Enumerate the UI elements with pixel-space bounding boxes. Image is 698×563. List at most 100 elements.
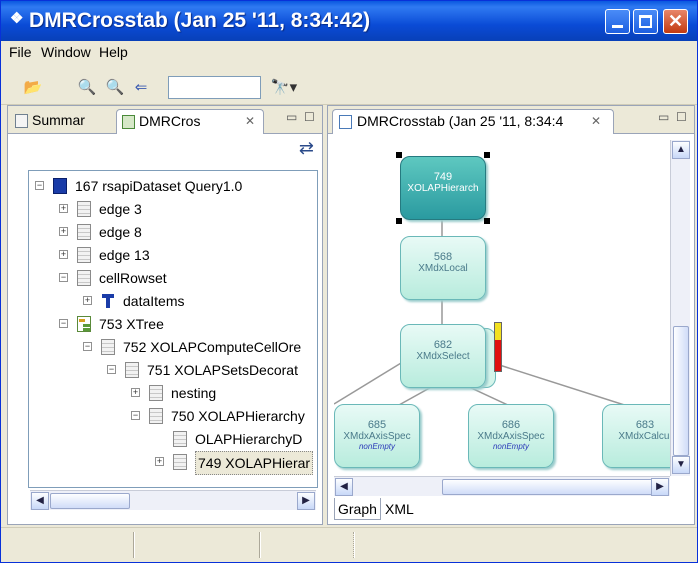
summary-icon [15,114,28,128]
tree-view[interactable]: − 167 rsapiDataset Query1.0 + edge 3 + edge 8… [28,170,318,488]
zoom-in-icon[interactable]: 🔍 [77,79,97,97]
status-divider [259,532,261,558]
find-icon[interactable]: 🔭▾ [269,79,299,97]
tree-node-label: 753 XTree [99,316,164,332]
selection-handle[interactable] [484,218,490,224]
scroll-up-icon[interactable]: ▲ [672,141,690,159]
tab-summary[interactable]: Summar [10,109,114,134]
tree-node-label: 167 rsapiDataset Query1.0 [75,178,243,194]
graph-node-568[interactable]: 568 XMdxLocal [400,236,486,300]
collapse-icon[interactable]: − [83,342,92,351]
minimize-button[interactable] [605,9,630,34]
tab-dmrcrosstab-graph[interactable]: DMRCrosstab (Jan 25 '11, 8:34:4 ✕ [332,109,614,134]
status-bar [1,527,697,562]
title-bar[interactable]: ❖ DMRCrosstab (Jan 25 '11, 8:34:42) ✕ [1,1,697,41]
close-button[interactable]: ✕ [663,9,688,34]
document-icon [149,408,163,424]
document-icon [173,431,187,447]
collapse-icon[interactable]: − [35,181,44,190]
editor-bottom-tabs: Graph XML [334,498,690,522]
scroll-left-icon[interactable]: ◀ [335,478,353,496]
selection-handle[interactable] [396,152,402,158]
vertical-scrollbar[interactable]: ▲ ▼ [670,140,690,476]
right-view-tabs: DMRCrosstab (Jan 25 '11, 8:34:4 ✕ ▭ ☐ [328,106,694,134]
tab-graph[interactable]: Graph [334,498,381,520]
tree-node-label: 749 XOLAPHierar [195,451,314,475]
maximize-view-icon[interactable]: ☐ [676,110,687,124]
tab-summary-label: Summar [32,112,85,128]
status-divider [353,532,355,558]
minimize-view-icon[interactable]: ▭ [286,110,297,124]
maximize-view-icon[interactable]: ☐ [304,110,315,124]
search-input[interactable] [168,76,261,99]
expand-icon[interactable]: + [83,296,92,305]
expand-icon[interactable]: + [131,388,140,397]
document-icon [101,339,115,355]
graph-node-682[interactable]: 682 XMdxSelect [400,324,486,388]
scroll-thumb[interactable] [442,479,660,495]
tree-icon [122,115,135,129]
tree-node-label: edge 3 [99,201,142,217]
tree-node-label: 750 XOLAPHierarchy [171,408,305,424]
tab-xml[interactable]: XML [382,498,417,520]
horizontal-scrollbar[interactable]: ◀ ▶ [334,476,670,496]
zoom-out-icon[interactable]: 🔍 [105,79,125,97]
tree-node-label: 752 XOLAPComputeCellOre [123,339,302,355]
document-icon [77,201,91,217]
menu-help[interactable]: Help [99,44,128,60]
xtree-icon [77,316,91,332]
toolbar: 📂 🔍 🔍 ⇐ 🔭▾ [1,63,697,105]
collapse-icon[interactable]: − [59,319,68,328]
expand-icon[interactable]: + [59,227,68,236]
graph-canvas[interactable]: 749 XOLAPHierarch 568 XMdxLocal 682 XMdx… [334,140,670,476]
minimize-view-icon[interactable]: ▭ [658,110,669,124]
close-icon: ✕ [667,11,684,31]
graph-node-683[interactable]: 683 XMdxCalcul [602,404,670,468]
horizontal-scrollbar[interactable]: ◀ ▶ [30,490,316,510]
collapse-icon[interactable]: − [107,365,116,374]
collapse-icon[interactable]: − [59,273,68,282]
graph-node-686[interactable]: 686 XMdxAxisSpec nonEmpty + [468,404,554,468]
graph-icon [339,115,352,129]
tab-dmrcrosstab-tree[interactable]: DMRCros ✕ [116,109,264,134]
status-divider [133,532,135,558]
scroll-right-icon[interactable]: ▶ [297,492,315,510]
graph-node-749[interactable]: 749 XOLAPHierarch [400,156,486,220]
scroll-down-icon[interactable]: ▼ [672,456,690,474]
menu-file[interactable]: File [9,44,32,60]
expand-icon[interactable]: + [155,457,164,466]
back-icon[interactable]: ⇐ [131,79,151,97]
right-view: DMRCrosstab (Jan 25 '11, 8:34:4 ✕ ▭ ☐ 74… [327,105,695,525]
scroll-thumb[interactable] [673,326,689,456]
document-icon [77,270,91,286]
left-view-tabs: Summar DMRCros ✕ ▭ ☐ [8,106,322,134]
scroll-left-icon[interactable]: ◀ [31,492,49,510]
graph-node-685[interactable]: 685 XMdxAxisSpec nonEmpty + [334,404,420,468]
selection-handle[interactable] [396,218,402,224]
maximize-icon [639,15,652,28]
minimize-icon [612,25,623,28]
expand-icon[interactable]: + [59,204,68,213]
tab-graph-label: DMRCrosstab (Jan 25 '11, 8:34:4 [357,113,564,129]
tab-dmr-label: DMRCros [139,113,201,129]
window-title: DMRCrosstab (Jan 25 '11, 8:34:42) [29,9,371,32]
scroll-right-icon[interactable]: ▶ [651,478,669,496]
menu-window[interactable]: Window [41,44,91,60]
app-icon: ❖ [10,10,24,27]
maximize-button[interactable] [633,9,658,34]
tree-node-label: OLAPHierarchyD [195,431,303,447]
document-icon [125,362,139,378]
selection-handle[interactable] [484,152,490,158]
collapse-icon[interactable]: − [131,411,140,420]
document-icon [77,247,91,263]
tree-node-label: dataItems [123,293,185,309]
tree-node-label: edge 8 [99,224,142,240]
close-tab-icon[interactable]: ✕ [591,110,601,133]
close-tab-icon[interactable]: ✕ [245,110,255,133]
open-folder-icon[interactable]: 📂 [23,79,43,97]
expand-icon[interactable]: + [59,250,68,259]
scroll-thumb[interactable] [50,493,130,509]
sync-icon[interactable]: ⇄ [299,138,314,159]
dataset-icon [53,178,67,194]
document-icon [77,224,91,240]
